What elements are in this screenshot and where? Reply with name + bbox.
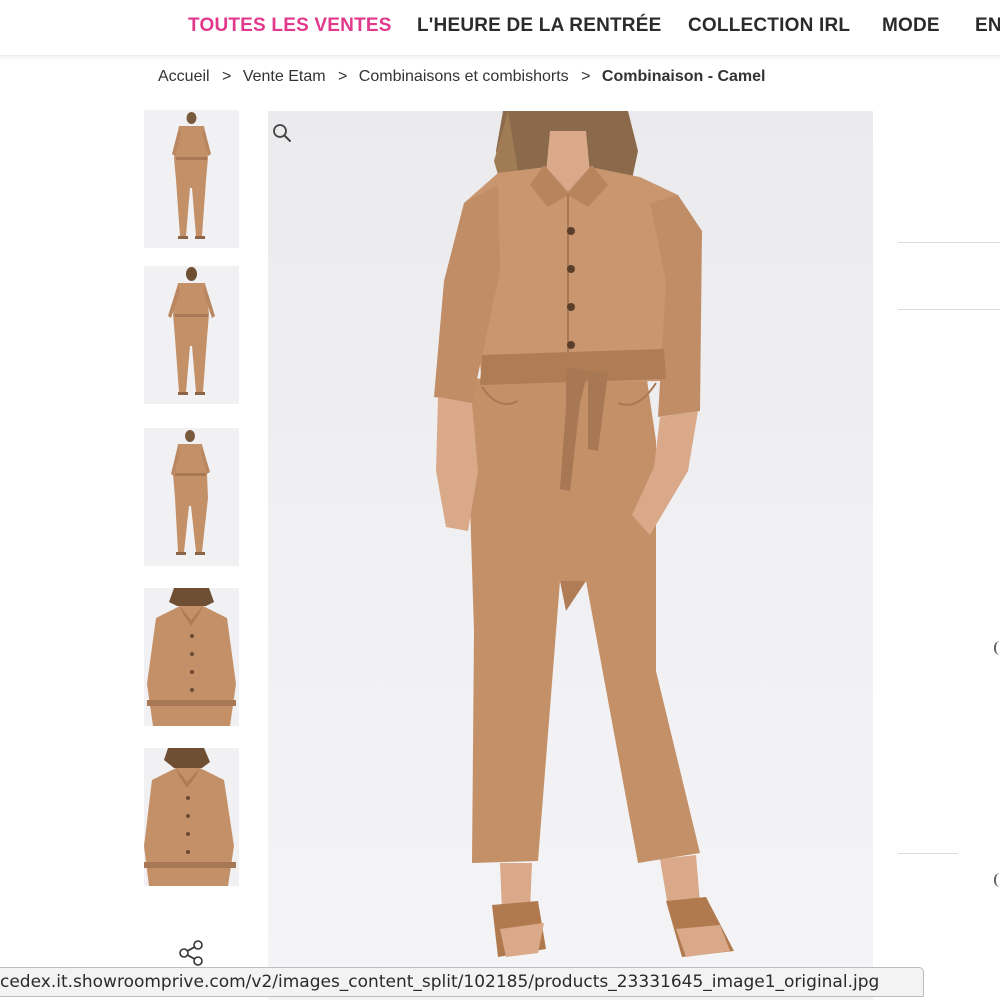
breadcrumb-vente-etam[interactable]: Vente Etam [243, 68, 326, 85]
detail-divider [898, 309, 1000, 310]
main-product-image[interactable] [268, 111, 873, 1000]
offscreen-control [994, 873, 1000, 887]
breadcrumb-current-product: Combinaison - Camel [601, 68, 766, 85]
nav-item-collection-irl[interactable]: COLLECTION IRL [688, 15, 850, 37]
nav-item-en[interactable]: EN [975, 15, 1000, 37]
status-bar-url: cedex.it.showroomprive.com/v2/images_con… [0, 972, 880, 992]
nav-item-mode[interactable]: MODE [882, 15, 940, 37]
magnifier-icon[interactable] [272, 123, 292, 143]
browser-status-bar: cedex.it.showroomprive.com/v2/images_con… [0, 967, 924, 997]
product-thumbnail-image [144, 588, 239, 726]
detail-divider [898, 242, 1000, 243]
detail-divider [898, 853, 958, 854]
thumbnail-front-full[interactable] [144, 110, 239, 248]
breadcrumb-separator: > [338, 68, 348, 85]
breadcrumb-accueil[interactable]: Accueil [158, 68, 210, 85]
breadcrumb-separator: > [222, 68, 232, 85]
product-thumbnail-image [144, 266, 239, 404]
thumbnail-front-full-alt[interactable] [144, 428, 239, 566]
model-in-jumpsuit-image [434, 111, 734, 957]
share-icon[interactable] [176, 938, 206, 968]
breadcrumb-combinaisons[interactable]: Combinaisons et combishorts [359, 68, 569, 85]
offscreen-control [994, 641, 1000, 655]
product-thumbnail-image [144, 428, 239, 566]
breadcrumb-separator: > [581, 68, 591, 85]
nav-item-toutes-les-ventes[interactable]: TOUTES LES VENTES [188, 15, 392, 37]
product-thumbnail-image [144, 110, 239, 248]
product-thumbnail-image [144, 748, 239, 886]
thumbnail-back-full[interactable] [144, 266, 239, 404]
thumbnail-closeup-bust-alt[interactable] [144, 748, 239, 886]
nav-item-heure-de-la-rentree[interactable]: L'HEURE DE LA RENTRÉE [417, 15, 661, 37]
thumbnail-closeup-bust[interactable] [144, 588, 239, 726]
breadcrumb: Accueil > Vente Etam > Combinaisons et c… [158, 68, 766, 86]
top-navigation: TOUTES LES VENTES L'HEURE DE LA RENTRÉE … [0, 0, 1000, 56]
